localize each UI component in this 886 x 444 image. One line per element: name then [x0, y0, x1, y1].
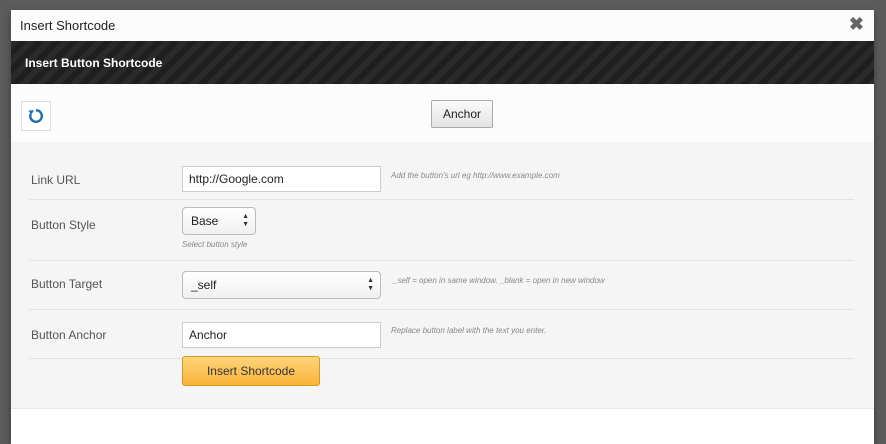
button-style-row: Button Style Base ▲ ▼ Select button style: [29, 199, 854, 261]
link-url-row: Link URL http://Google.com Add the butto…: [29, 152, 854, 200]
button-style-label: Button Style: [31, 218, 96, 232]
insert-shortcode-modal: Insert Shortcode ✖ Insert Button Shortco…: [11, 10, 874, 444]
button-style-hint: Select button style: [182, 240, 248, 249]
link-url-label: Link URL: [31, 173, 81, 187]
select-arrows-icon: ▲ ▼: [367, 277, 374, 292]
link-url-input[interactable]: http://Google.com: [182, 166, 381, 192]
preview-anchor-button[interactable]: Anchor: [431, 100, 494, 128]
close-icon[interactable]: ✖: [849, 15, 864, 33]
button-target-hint: _self = open in same window. _blank = op…: [393, 276, 605, 285]
button-target-selected: _self: [191, 278, 217, 292]
shortcode-header-title: Insert Button Shortcode: [25, 56, 163, 70]
refresh-icon: [28, 108, 44, 123]
button-anchor-hint: Replace button label with the text you e…: [391, 326, 547, 335]
modal-footer: [11, 408, 874, 444]
select-arrows-icon: ▲ ▼: [242, 213, 249, 228]
button-anchor-row: Button Anchor Anchor Replace button labe…: [29, 309, 854, 359]
button-anchor-input[interactable]: Anchor: [182, 322, 381, 348]
button-target-label: Button Target: [31, 277, 103, 291]
link-url-hint: Add the button's url eg http://www.examp…: [391, 171, 560, 180]
preview-section: Anchor: [11, 84, 874, 143]
button-style-selected: Base: [191, 214, 219, 228]
button-target-select[interactable]: _self ▲ ▼: [182, 271, 381, 299]
modal-title: Insert Shortcode: [20, 18, 116, 33]
button-anchor-label: Button Anchor: [31, 328, 107, 342]
shortcode-header-bar: Insert Button Shortcode: [11, 41, 874, 84]
button-style-select[interactable]: Base ▲ ▼: [182, 207, 256, 235]
shortcode-form: Link URL http://Google.com Add the butto…: [11, 142, 874, 408]
refresh-button[interactable]: [21, 101, 51, 131]
button-target-row: Button Target _self ▲ ▼ _self = open in s…: [29, 260, 854, 310]
insert-shortcode-button[interactable]: Insert Shortcode: [182, 356, 320, 386]
modal-titlebar: Insert Shortcode ✖: [11, 10, 874, 42]
